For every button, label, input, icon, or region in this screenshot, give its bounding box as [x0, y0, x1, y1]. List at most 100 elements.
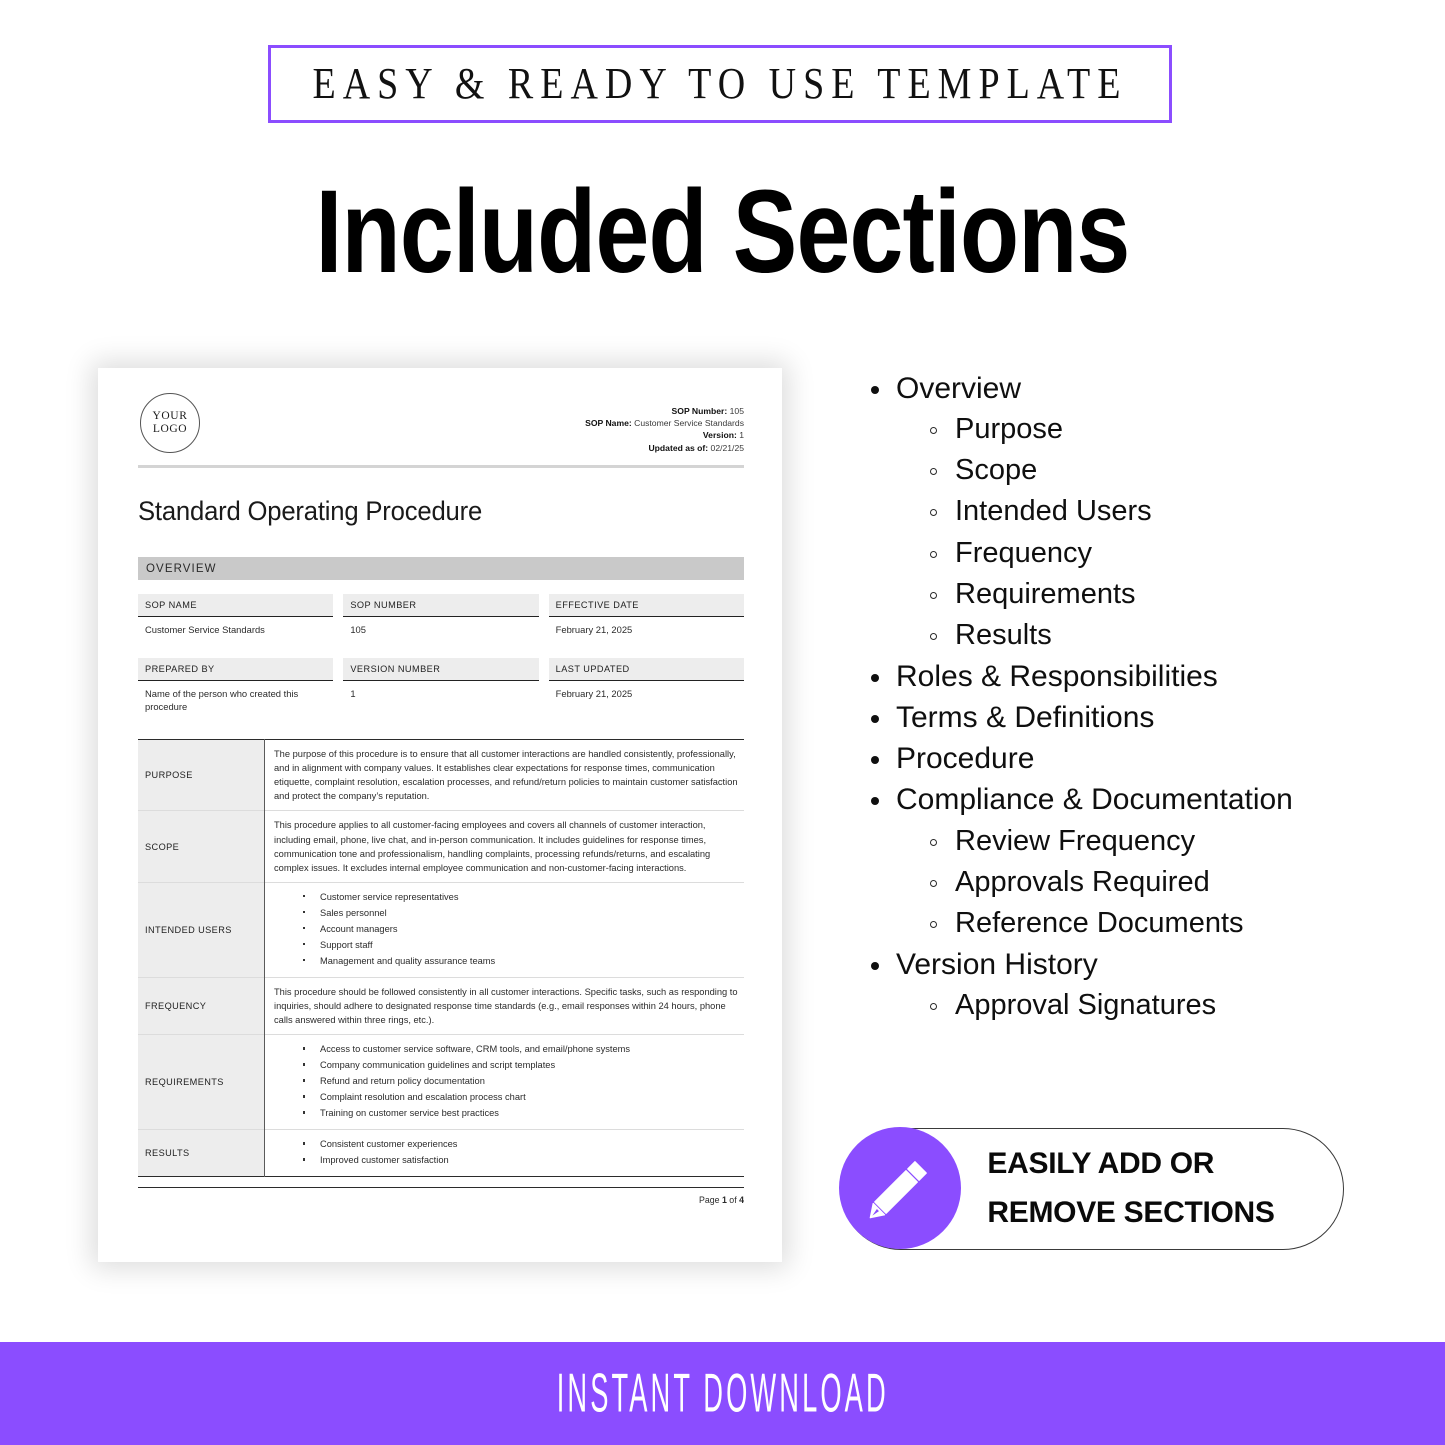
cell-sop-number: 105 [350, 624, 366, 635]
detail-row-bullet-list: Customer service representatives Sales pe… [274, 890, 740, 970]
detail-row: REQUIREMENTS Access to customer service s… [138, 1034, 744, 1130]
detail-row-label: REQUIREMENTS [138, 1034, 265, 1130]
detail-row: INTENDED USERS Customer service represent… [138, 881, 744, 978]
detail-row-label: PURPOSE [138, 739, 265, 811]
section-list-item: Overview [862, 368, 1382, 409]
template-badge-banner: EASY & READY TO USE TEMPLATE [268, 45, 1172, 123]
section-list-item: Results [862, 615, 1382, 656]
badge-text-line-2: REMOVE SECTIONS [987, 1196, 1275, 1229]
header-divider [138, 465, 744, 468]
detail-row: FREQUENCY This procedure should be follow… [138, 976, 744, 1035]
list-item: Management and quality assurance teams [303, 954, 740, 970]
detail-row: PURPOSE The purpose of this procedure is … [138, 739, 744, 811]
table-head-row: PREPARED BY VERSION NUMBER LAST UPDATED [138, 657, 744, 681]
detail-row-content: Customer service representatives Sales pe… [264, 881, 744, 978]
list-item: Support staff [303, 938, 740, 954]
badge-text-line-1: EASILY ADD OR [987, 1147, 1215, 1181]
cell-version-number: 1 [350, 687, 356, 699]
cell-last-updated: February 21, 2025 [555, 687, 633, 699]
meta-label: SOP Name: [585, 418, 632, 429]
section-list-item: Compliance & Documentation [862, 779, 1382, 820]
meta-value: Customer Service Standards [634, 418, 744, 429]
list-item: Consistent customer experiences [303, 1137, 740, 1153]
column-header-prepared-by: PREPARED BY [138, 657, 334, 681]
section-list-item: Terms & Definitions [862, 697, 1382, 738]
detail-row-content: Consistent customer experiences Improved … [264, 1129, 744, 1177]
detail-row-content: This procedure should be followed consis… [264, 976, 744, 1035]
footer-total-pages: 4 [739, 1195, 744, 1206]
cell-effective-date: February 21, 2025 [555, 624, 633, 635]
meta-row-sop-name: SOP Name: Customer Service Standards [585, 417, 744, 429]
column-header-sop-number: SOP NUMBER [343, 594, 539, 617]
table-head-row: SOP NAME SOP NUMBER EFFECTIVE DATE [138, 594, 744, 617]
list-item: Complaint resolution and escalation proc… [303, 1090, 740, 1106]
column-header-last-updated: LAST UPDATED [548, 657, 744, 681]
detail-row-content: The purpose of this procedure is to ensu… [274, 748, 738, 802]
column-gap [538, 616, 549, 644]
detail-row-content: Access to customer service software, CRM… [264, 1034, 744, 1130]
logo-placeholder: YOUR LOGO [140, 393, 200, 453]
overview-detail-table: PURPOSE The purpose of this procedure is … [138, 738, 744, 1178]
meta-row-updated: Updated as of: 02/21/25 [585, 442, 744, 454]
document-header: YOUR LOGO SOP Number: 105 SOP Name: Cust… [138, 393, 744, 459]
instant-download-banner: INSTANT DOWNLOAD [0, 1342, 1445, 1445]
detail-row-bullet-list: Access to customer service software, CRM… [274, 1042, 740, 1122]
detail-row-content: This procedure applies to all customer-f… [264, 810, 744, 883]
list-item: Customer service representatives [303, 890, 740, 906]
list-item: Sales personnel [303, 906, 740, 922]
detail-row-bullet-list: Consistent customer experiences Improved … [274, 1137, 740, 1169]
document-preview: YOUR LOGO SOP Number: 105 SOP Name: Cust… [98, 368, 782, 1262]
section-list-item: Intended Users [862, 491, 1382, 532]
section-list-item: Scope [862, 450, 1382, 491]
table-row: Name of the person who created this proc… [138, 680, 744, 721]
badge-text: EASILY ADD OR REMOVE SECTIONS [961, 1140, 1275, 1237]
instant-download-text: INSTANT DOWNLOAD [556, 1362, 889, 1424]
meta-label: Version: [702, 430, 737, 441]
easily-add-remove-badge: EASILY ADD OR REMOVE SECTIONS [839, 1127, 1344, 1250]
detail-row: SCOPE This procedure applies to all custo… [138, 810, 744, 883]
section-header-overview: OVERVIEW [138, 557, 744, 580]
meta-value: 02/21/25 [710, 442, 744, 453]
detail-row-label: FREQUENCY [138, 976, 265, 1035]
section-list-item: Review Frequency [862, 821, 1382, 862]
meta-label: Updated as of: [648, 442, 709, 453]
page-title: Included Sections [315, 166, 1130, 298]
cell-prepared-by: Name of the person who created this proc… [145, 687, 299, 712]
document-meta: SOP Number: 105 SOP Name: Customer Servi… [585, 393, 744, 454]
document-page-footer: Page 1 of 4 [138, 1187, 744, 1205]
detail-row-label: RESULTS [138, 1129, 265, 1177]
meta-value: 105 [729, 406, 744, 416]
column-gap [333, 594, 344, 617]
template-badge-text: EASY & READY TO USE TEMPLATE [312, 59, 1128, 109]
column-gap [333, 680, 344, 721]
section-list-item: Approvals Required [862, 862, 1382, 903]
footer-prefix: Page [698, 1195, 722, 1206]
list-item: Training on customer service best practi… [303, 1106, 740, 1122]
section-list-item: Procedure [862, 738, 1382, 779]
info-table-primary: SOP NAME SOP NUMBER EFFECTIVE DATE Custo… [138, 594, 744, 644]
column-header-effective-date: EFFECTIVE DATE [548, 594, 744, 617]
logo-line-1: YOUR [152, 409, 188, 422]
pencil-icon [839, 1127, 962, 1250]
section-list-item: Approval Signatures [862, 985, 1382, 1026]
list-item: Refund and return policy documentation [303, 1074, 740, 1090]
meta-label: SOP Number: [671, 406, 728, 416]
column-gap [333, 657, 344, 681]
meta-row-sop-number: SOP Number: 105 [585, 405, 744, 417]
document-title: Standard Operating Procedure [138, 496, 483, 526]
cell-sop-name: Customer Service Standards [145, 624, 265, 635]
detail-row: RESULTS Consistent customer experiences Im… [138, 1129, 744, 1177]
footer-middle: of [726, 1195, 740, 1206]
column-gap [333, 616, 344, 644]
section-list-item: Requirements [862, 574, 1382, 615]
section-list-item: Version History [862, 944, 1382, 985]
meta-value: 1 [739, 430, 744, 441]
detail-row-label: INTENDED USERS [138, 881, 265, 978]
section-list-item: Reference Documents [862, 903, 1382, 944]
table-row: Customer Service Standards 105 February … [138, 616, 744, 644]
logo-line-2: LOGO [152, 423, 188, 435]
section-list-item: Purpose [862, 409, 1382, 450]
list-item: Access to customer service software, CRM… [303, 1042, 740, 1058]
section-list-item: Frequency [862, 533, 1382, 574]
included-sections-list: Overview Purpose Scope Intended Users Freque… [862, 368, 1382, 1026]
